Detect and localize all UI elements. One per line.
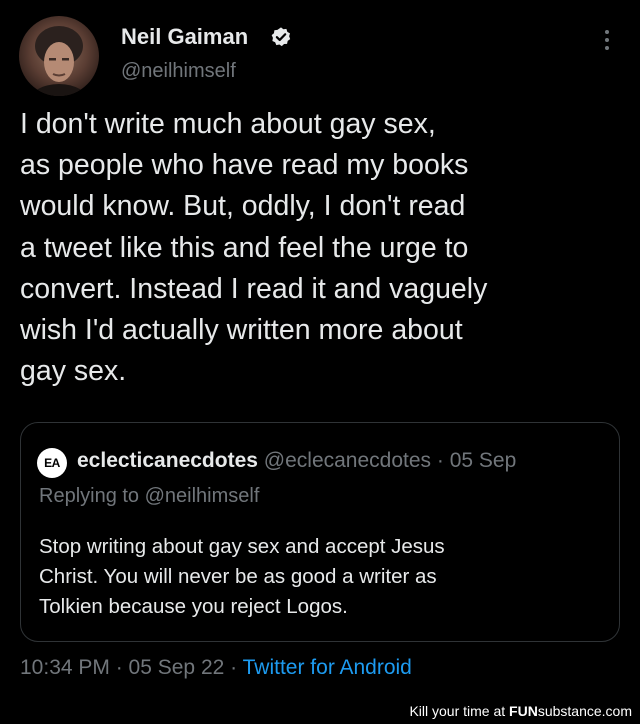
tweet-timestamp[interactable]: 10:34 PM · 05 Sep 22	[20, 656, 224, 679]
author-avatar[interactable]	[19, 16, 99, 96]
quoted-tweet-header: eclecticanecdotes @eclecanecdotes · 05 S…	[77, 449, 516, 473]
more-options-icon[interactable]	[603, 28, 611, 52]
quoted-author-avatar[interactable]: EA	[37, 448, 67, 478]
watermark-prefix: Kill your time at	[409, 703, 510, 719]
quoted-author-handle[interactable]: @eclecanecdotes	[264, 449, 431, 472]
quoted-tweet-text: Stop writing about gay sex and accept Je…	[39, 535, 445, 618]
watermark-bar: Kill your time at FUNsubstance.com	[0, 700, 640, 724]
quoted-date[interactable]: 05 Sep	[450, 449, 517, 472]
replying-to-line: Replying to @neilhimself	[39, 485, 259, 508]
tweet-text: I don't write much about gay sex, as peo…	[20, 108, 488, 388]
author-name[interactable]: Neil Gaiman	[121, 24, 248, 50]
quoted-author-name[interactable]: eclecticanecdotes	[77, 449, 258, 472]
replying-mention[interactable]: @neilhimself	[145, 485, 260, 507]
tweet-card: Neil Gaiman @neilhimself I don't write m…	[0, 0, 640, 700]
replying-prefix: Replying to	[39, 485, 145, 507]
tweet-source-link[interactable]: Twitter for Android	[243, 656, 412, 679]
quoted-separator: ·	[436, 449, 444, 472]
author-handle[interactable]: @neilhimself	[121, 60, 236, 83]
meta-separator: ·	[230, 656, 238, 679]
watermark-brand-rest: substance	[537, 703, 602, 719]
watermark-text: Kill your time at FUNsubstance.com	[409, 703, 632, 719]
watermark-brand: FUN	[509, 703, 538, 719]
verified-badge-icon	[271, 27, 291, 47]
quoted-tweet[interactable]: EA eclecticanecdotes @eclecanecdotes · 0…	[20, 422, 620, 642]
watermark-suffix: .com	[601, 703, 632, 719]
tweet-meta: 10:34 PM · 05 Sep 22 · Twitter for Andro…	[20, 656, 412, 680]
